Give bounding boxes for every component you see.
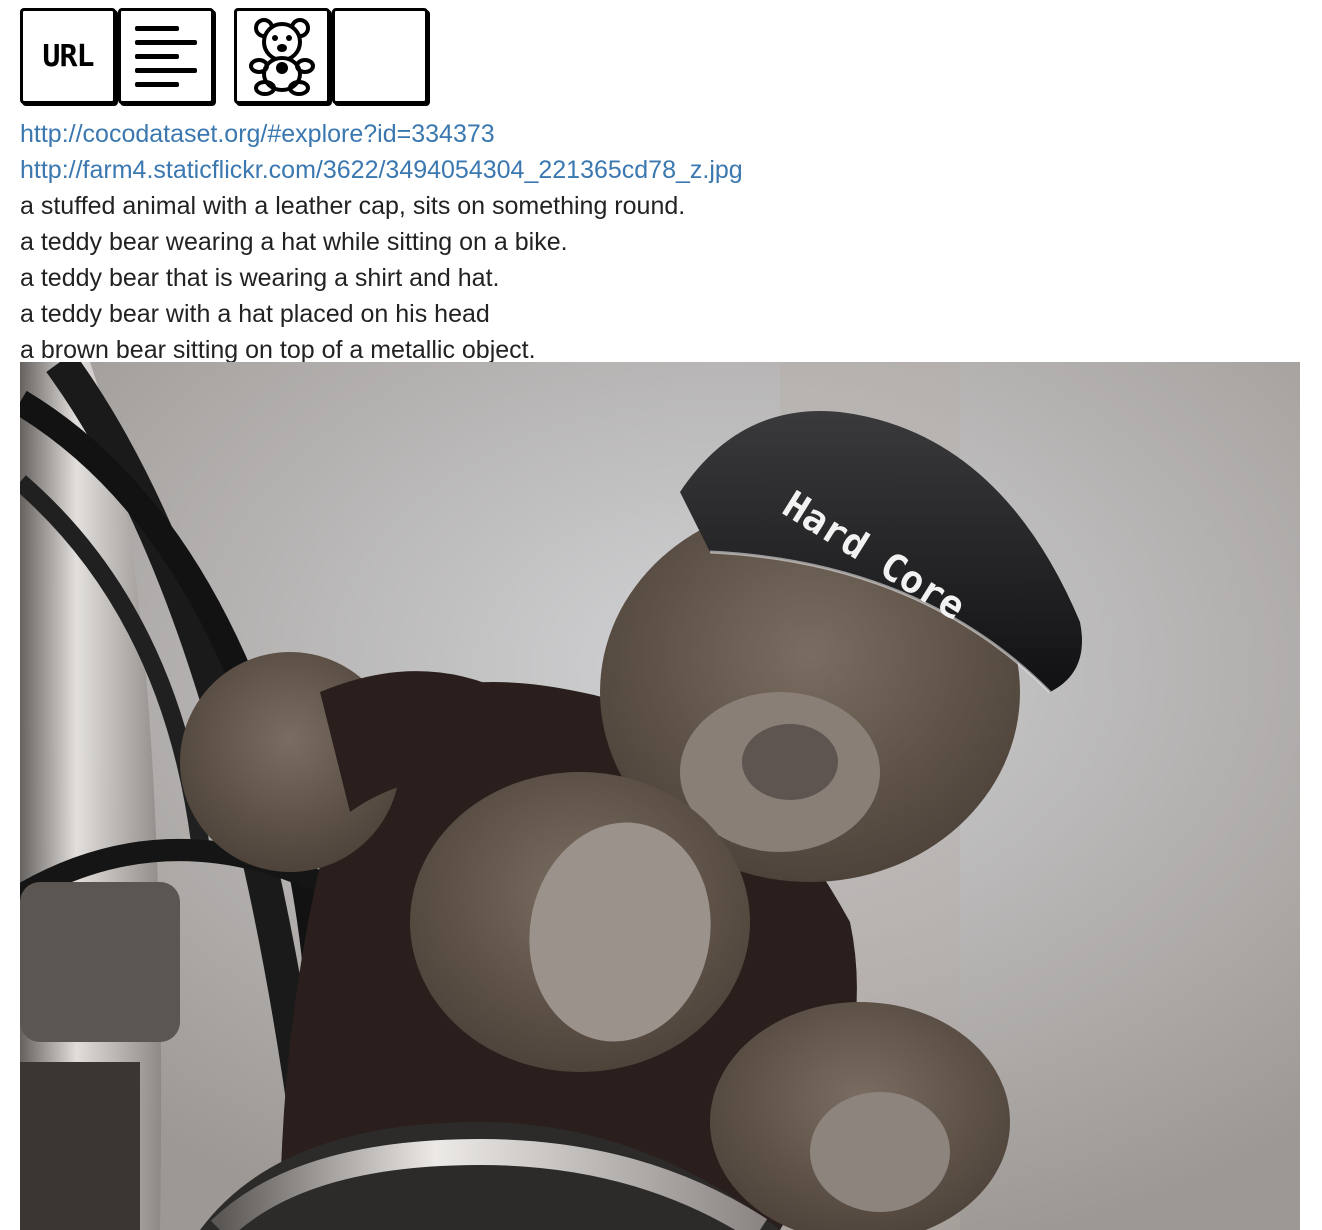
url-icon: URL [42, 38, 94, 74]
caption-1: a stuffed animal with a leather cap, sit… [20, 192, 686, 220]
teddy-bear-icon [249, 18, 315, 96]
text-lines-icon [135, 25, 197, 87]
caption-2: a teddy bear wearing a hat while sitting… [20, 228, 568, 256]
flickr-image-link[interactable]: http://farm4.staticflickr.com/3622/34940… [20, 156, 743, 184]
blank-button[interactable] [332, 8, 428, 104]
photo-illustration: Hard Core [20, 362, 1300, 1230]
caption-3: a teddy bear that is wearing a shirt and… [20, 264, 500, 292]
info-block: http://cocodataset.org/#explore?id=33437… [20, 116, 1302, 368]
category-button[interactable] [234, 8, 330, 104]
coco-explore-link[interactable]: http://cocodataset.org/#explore?id=33437… [20, 120, 495, 148]
toolbar: URL [20, 8, 1302, 108]
url-button[interactable]: URL [20, 8, 116, 104]
page: URL http://cocodataset.org/#explore?id=3… [20, 8, 1302, 368]
teddy-bear-photo: Hard Core [20, 362, 1300, 1230]
caption-4: a teddy bear with a hat placed on his he… [20, 300, 490, 328]
captions-button[interactable] [118, 8, 214, 104]
